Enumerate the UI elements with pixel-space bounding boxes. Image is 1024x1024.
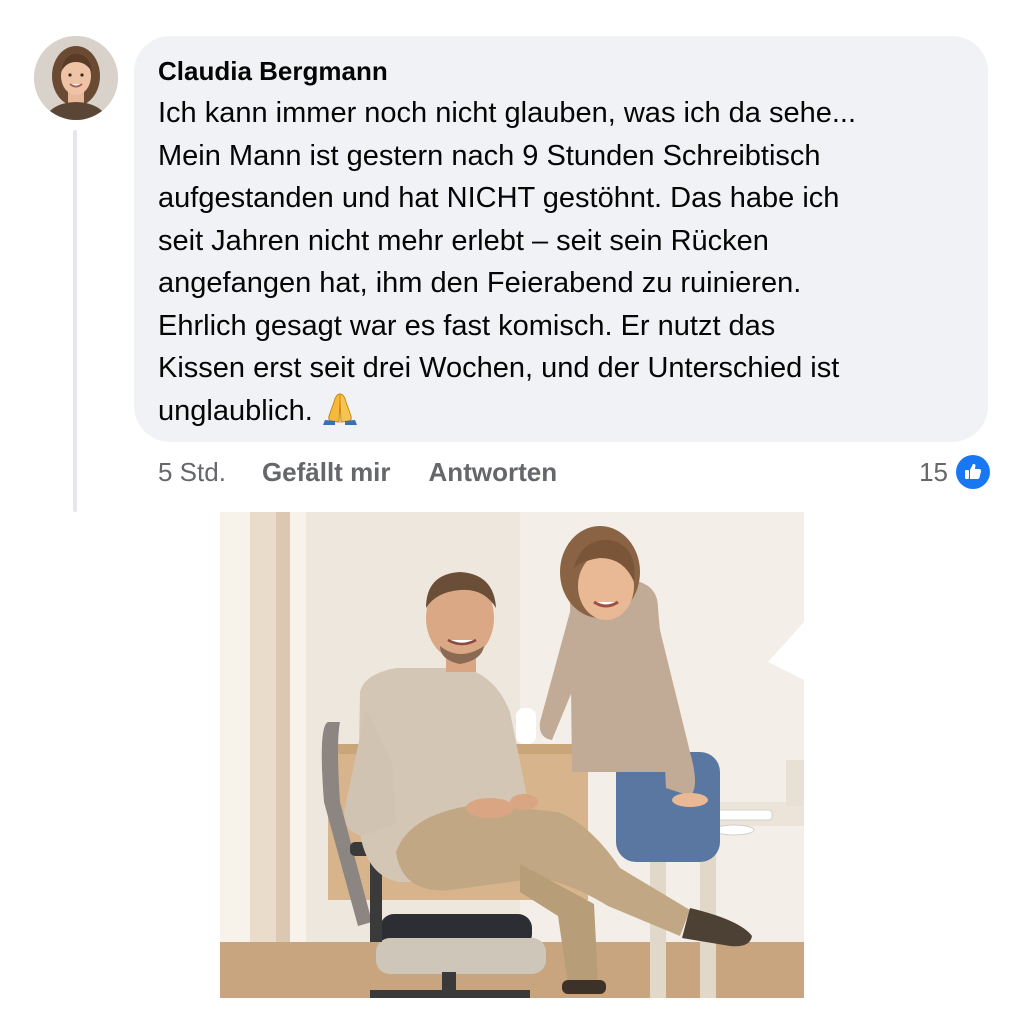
thread-line <box>73 130 77 512</box>
comment-photo[interactable] <box>220 512 804 998</box>
comment-author-name[interactable]: Claudia Bergmann <box>158 54 964 88</box>
comment-bubble: Claudia Bergmann Ich kann immer noch nic… <box>134 36 988 442</box>
like-thumb-icon <box>956 455 990 489</box>
author-avatar[interactable] <box>34 36 118 120</box>
comment-text: Ich kann immer noch nicht glauben, was i… <box>158 92 964 432</box>
photo-scene <box>220 512 804 998</box>
comment-body: Ich kann immer noch nicht glauben, was i… <box>158 97 856 427</box>
reaction-summary[interactable]: 15 <box>919 452 990 492</box>
reply-button[interactable]: Antworten <box>429 457 558 488</box>
profile-photo-icon <box>34 36 118 120</box>
folded-hands-emoji-icon <box>319 390 361 426</box>
like-button[interactable]: Gefällt mir <box>262 457 391 488</box>
comment-timestamp[interactable]: 5 Std. <box>158 457 226 488</box>
comment-actions: 5 Std. Gefällt mir Antworten <box>158 452 595 492</box>
reaction-count: 15 <box>919 456 948 487</box>
